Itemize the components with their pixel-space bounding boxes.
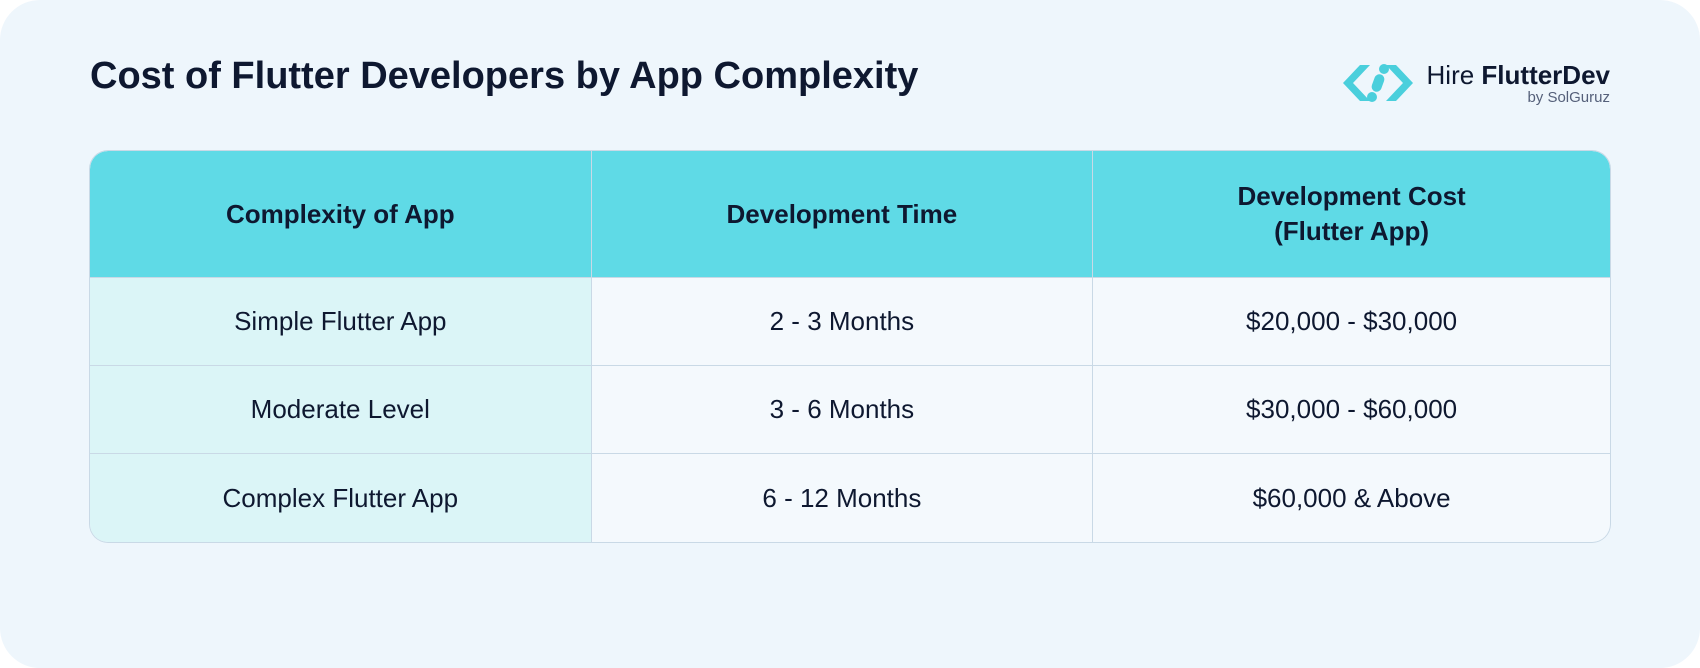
brand-byline: by SolGuruz — [1527, 89, 1610, 106]
header-time: Development Time — [592, 151, 1094, 278]
brand-prefix: Hire — [1427, 60, 1475, 90]
page-title: Cost of Flutter Developers by App Comple… — [90, 55, 918, 98]
brand-logo: Hire FlutterDev by SolGuruz — [1343, 55, 1610, 111]
brand-suffix: FlutterDev — [1481, 60, 1610, 90]
cost-table: Complexity of App Development Time Devel… — [90, 151, 1610, 542]
header-complexity: Complexity of App — [90, 151, 592, 278]
table-header-row: Complexity of App Development Time Devel… — [90, 151, 1610, 278]
table-row: Moderate Level 3 - 6 Months $30,000 - $6… — [90, 366, 1610, 454]
code-brackets-icon — [1343, 55, 1413, 111]
table-row: Complex Flutter App 6 - 12 Months $60,00… — [90, 454, 1610, 542]
cell-complexity: Moderate Level — [90, 366, 592, 454]
cell-cost: $60,000 & Above — [1093, 454, 1610, 542]
cell-cost: $20,000 - $30,000 — [1093, 278, 1610, 366]
cell-complexity: Simple Flutter App — [90, 278, 592, 366]
cell-time: 6 - 12 Months — [592, 454, 1094, 542]
cell-time: 2 - 3 Months — [592, 278, 1094, 366]
brand-name: Hire FlutterDev — [1427, 60, 1610, 91]
brand-text-block: Hire FlutterDev by SolGuruz — [1427, 60, 1610, 106]
cell-time: 3 - 6 Months — [592, 366, 1094, 454]
cell-complexity: Complex Flutter App — [90, 454, 592, 542]
header-cost-line1: Development Cost — [1237, 181, 1465, 211]
header-cost: Development Cost (Flutter App) — [1093, 151, 1610, 278]
info-card: Cost of Flutter Developers by App Comple… — [0, 0, 1700, 668]
table-row: Simple Flutter App 2 - 3 Months $20,000 … — [90, 278, 1610, 366]
cell-cost: $30,000 - $60,000 — [1093, 366, 1610, 454]
header-cost-line2: (Flutter App) — [1274, 216, 1429, 246]
header-row: Cost of Flutter Developers by App Comple… — [90, 55, 1610, 111]
